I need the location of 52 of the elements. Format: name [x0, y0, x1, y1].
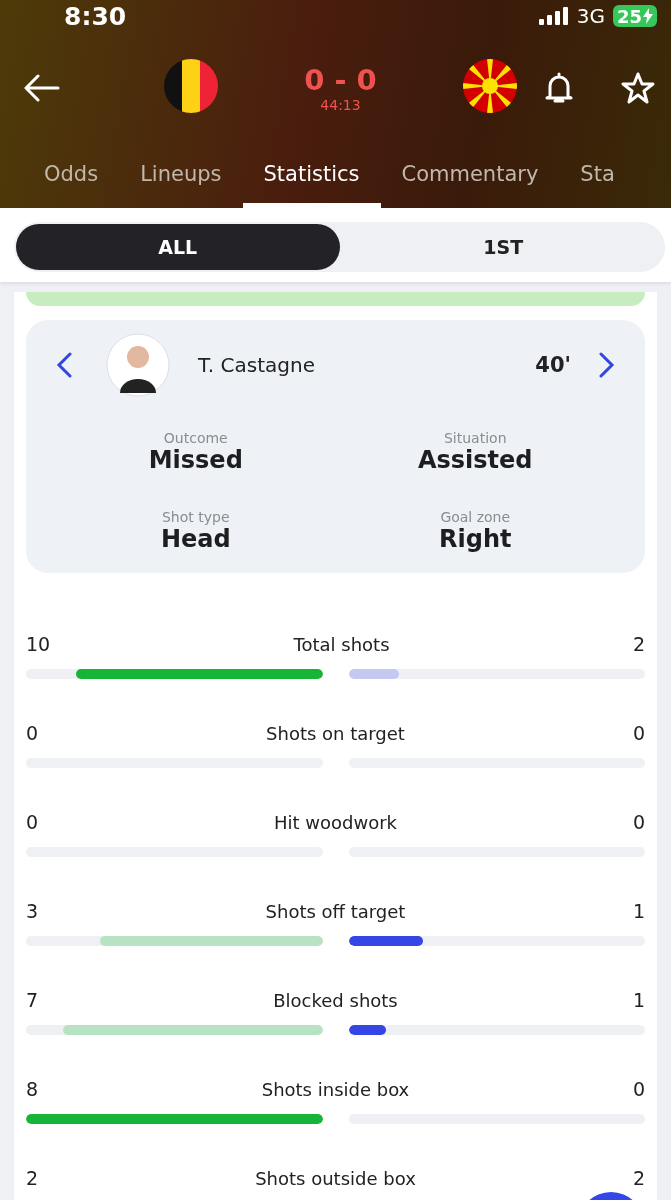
stat-label: Shots outside box — [255, 1167, 416, 1189]
match-clock: 44:13 — [320, 97, 361, 113]
player-name: T. Castagne — [198, 353, 315, 377]
detail-value: Missed — [148, 446, 243, 474]
bolt-icon — [643, 8, 653, 24]
stat-label: Total shots — [293, 633, 390, 655]
tab[interactable]: Odds — [23, 144, 120, 208]
match-score: 0 - 0 — [304, 63, 377, 97]
home-value: 8 — [26, 1078, 39, 1100]
back-arrow-icon[interactable] — [24, 74, 60, 102]
avatar — [106, 333, 170, 397]
stat-label: Shots off target — [265, 900, 406, 922]
away-value: 0 — [632, 1078, 645, 1100]
tab[interactable]: Lineups — [119, 144, 243, 208]
stat-label: Hit woodwork — [273, 811, 397, 833]
home-value: 0 — [26, 722, 39, 744]
period-option[interactable]: ALL — [16, 224, 340, 270]
home-value: 7 — [26, 989, 39, 1011]
detail-value: Assisted — [417, 446, 533, 474]
detail-label: Outcome — [163, 430, 228, 446]
away-value: 1 — [632, 989, 645, 1011]
home-value: 3 — [26, 900, 39, 922]
detail-value: Head — [160, 525, 231, 553]
star-icon[interactable] — [621, 72, 655, 104]
chevron-left-icon[interactable] — [56, 352, 72, 378]
stat-label: Shots on target — [266, 722, 405, 744]
away-value: 2 — [632, 633, 645, 655]
detail-value: Right — [439, 525, 512, 553]
bell-icon[interactable] — [545, 72, 573, 104]
away-value: 1 — [632, 900, 645, 922]
detail-label: Situation — [443, 430, 507, 446]
home-value: 0 — [26, 811, 39, 833]
stat-label: Shots inside box — [261, 1078, 410, 1100]
detail-label: Goal zone — [440, 509, 511, 525]
flag-icon — [463, 59, 517, 113]
home-value: 10 — [26, 633, 51, 655]
chevron-right-icon[interactable] — [599, 352, 615, 378]
shot-minute: 40' — [535, 353, 571, 377]
away-value: 2 — [632, 1167, 645, 1189]
battery-indicator: 25 — [612, 5, 657, 27]
stat-label: Blocked shots — [273, 989, 398, 1011]
home-value: 2 — [26, 1167, 39, 1189]
away-value: 0 — [632, 722, 645, 744]
away-value: 0 — [632, 811, 645, 833]
signal-icon — [538, 7, 569, 25]
tab[interactable]: Commentary — [380, 144, 560, 208]
detail-label: Shot type — [161, 509, 230, 525]
flag-icon — [164, 59, 218, 113]
network-label: 3G — [576, 4, 605, 28]
tab[interactable]: Sta — [559, 144, 636, 208]
status-time: 8:30 — [64, 1, 127, 31]
period-option[interactable]: 1ST — [341, 222, 665, 272]
